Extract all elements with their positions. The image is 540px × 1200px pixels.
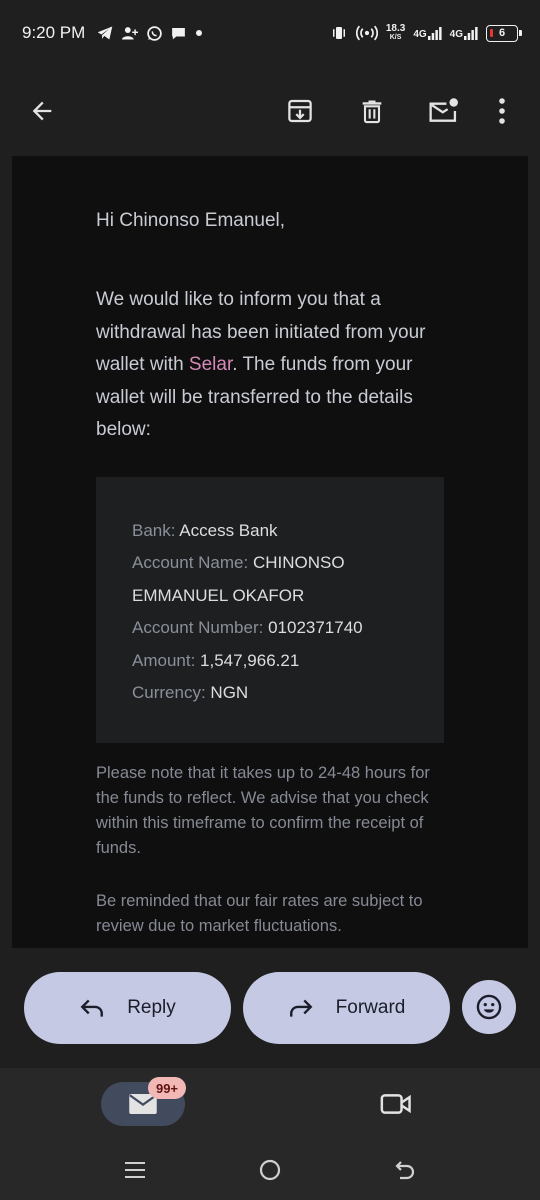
telegram-icon (96, 25, 114, 41)
forward-label: Forward (335, 997, 406, 1018)
whatsapp-icon (146, 25, 163, 42)
signal-icon (464, 27, 478, 40)
mark-unread-button[interactable] (408, 85, 480, 137)
delete-button[interactable] (336, 85, 408, 137)
battery-icon: 6 (486, 24, 522, 42)
battery-level: 6 (498, 27, 506, 39)
net-speed: 18.3 K/S (386, 24, 405, 42)
home-button[interactable] (248, 1148, 292, 1192)
detail-bank: Bank: Access Bank (132, 515, 408, 548)
signal-1: 4G (413, 26, 442, 40)
detail-value: Access Bank (179, 520, 278, 540)
detail-label: Amount: (132, 650, 196, 670)
more-vert-icon (499, 98, 505, 124)
detail-amount: Amount: 1,547,966.21 (132, 645, 408, 678)
detail-label: Account Number: (132, 618, 264, 637)
reply-bar: Reply Forward (0, 948, 540, 1068)
home-circle-icon (259, 1159, 281, 1181)
app-actions (264, 85, 524, 137)
bottom-nav: 99+ (0, 1068, 540, 1200)
network-type-1: 4G (413, 29, 427, 40)
detail-currency: Currency: NGN (132, 677, 408, 710)
detail-label: Bank: (132, 520, 176, 540)
menu-icon (125, 1162, 145, 1178)
email-intro: We would like to inform you that a withd… (96, 284, 456, 447)
app-bar (0, 66, 540, 156)
detail-value: NGN (210, 683, 249, 702)
mark-unread-icon (429, 98, 458, 122)
forward-button[interactable]: Forward (243, 972, 450, 1044)
withdrawal-details: Bank: Access Bank Account Name: CHINONSO… (96, 476, 444, 743)
signal-icon (427, 27, 442, 40)
emoji-reaction-button[interactable] (462, 980, 516, 1034)
status-right: 18.3 K/S 4G 4G 6 (330, 24, 522, 42)
delete-icon (362, 100, 382, 124)
reply-label: Reply (127, 997, 176, 1018)
email-content: Hi Chinonso Emanuel, We would like to in… (96, 208, 456, 939)
more-options-button[interactable] (480, 85, 524, 137)
network-type-2: 4G (449, 29, 463, 40)
recent-apps-button[interactable] (113, 1148, 157, 1192)
reply-button[interactable]: Reply (24, 972, 231, 1044)
detail-account-number: Account Number: 0102371740 (132, 612, 408, 645)
back-curve-icon (395, 1161, 415, 1180)
email-body: Hi Chinonso Emanuel, We would like to in… (12, 156, 528, 948)
detail-value: 0102371740 (268, 618, 363, 637)
email-note: Please note that it takes up to 24-48 ho… (96, 763, 430, 857)
video-camera-icon (380, 1094, 411, 1114)
chat-icon (170, 25, 187, 41)
mail-badge: 99+ (148, 1077, 186, 1099)
status-time: 9:20 PM (22, 23, 86, 42)
signal-2: 4G (450, 26, 478, 40)
status-left: 9:20 PM (22, 23, 204, 43)
detail-account-name: Account Name: CHINONSO EMMANUEL OKAFOR (132, 547, 408, 612)
hotspot-icon (355, 24, 378, 42)
dot-icon (194, 28, 204, 38)
detail-value: 1,547,966.21 (200, 650, 300, 670)
reply-icon (80, 999, 104, 1017)
person-add-icon (121, 25, 139, 41)
net-speed-value: 18.3 (385, 23, 406, 34)
detail-label: Currency: (132, 683, 206, 702)
archive-button[interactable] (264, 85, 336, 137)
system-back-button[interactable] (383, 1148, 427, 1192)
system-nav-bar (0, 1148, 540, 1192)
back-arrow-icon (32, 101, 52, 121)
brand-link[interactable]: Selar (189, 354, 232, 375)
email-greeting: Hi Chinonso Emanuel, (96, 210, 286, 231)
nav-meet-tab[interactable] (374, 1084, 418, 1124)
forward-icon (289, 999, 313, 1017)
archive-icon (288, 99, 312, 123)
email-note-2: Be reminded that our fair rates are subj… (96, 891, 423, 935)
smiley-icon (476, 994, 502, 1020)
net-speed-unit: K/S (389, 34, 402, 41)
vibrate-icon (330, 25, 348, 41)
detail-label: Account Name: (132, 553, 249, 572)
status-bar: 9:20 PM 18.3 K/S 4G 4G 6 (0, 0, 540, 66)
back-button[interactable] (16, 85, 68, 137)
